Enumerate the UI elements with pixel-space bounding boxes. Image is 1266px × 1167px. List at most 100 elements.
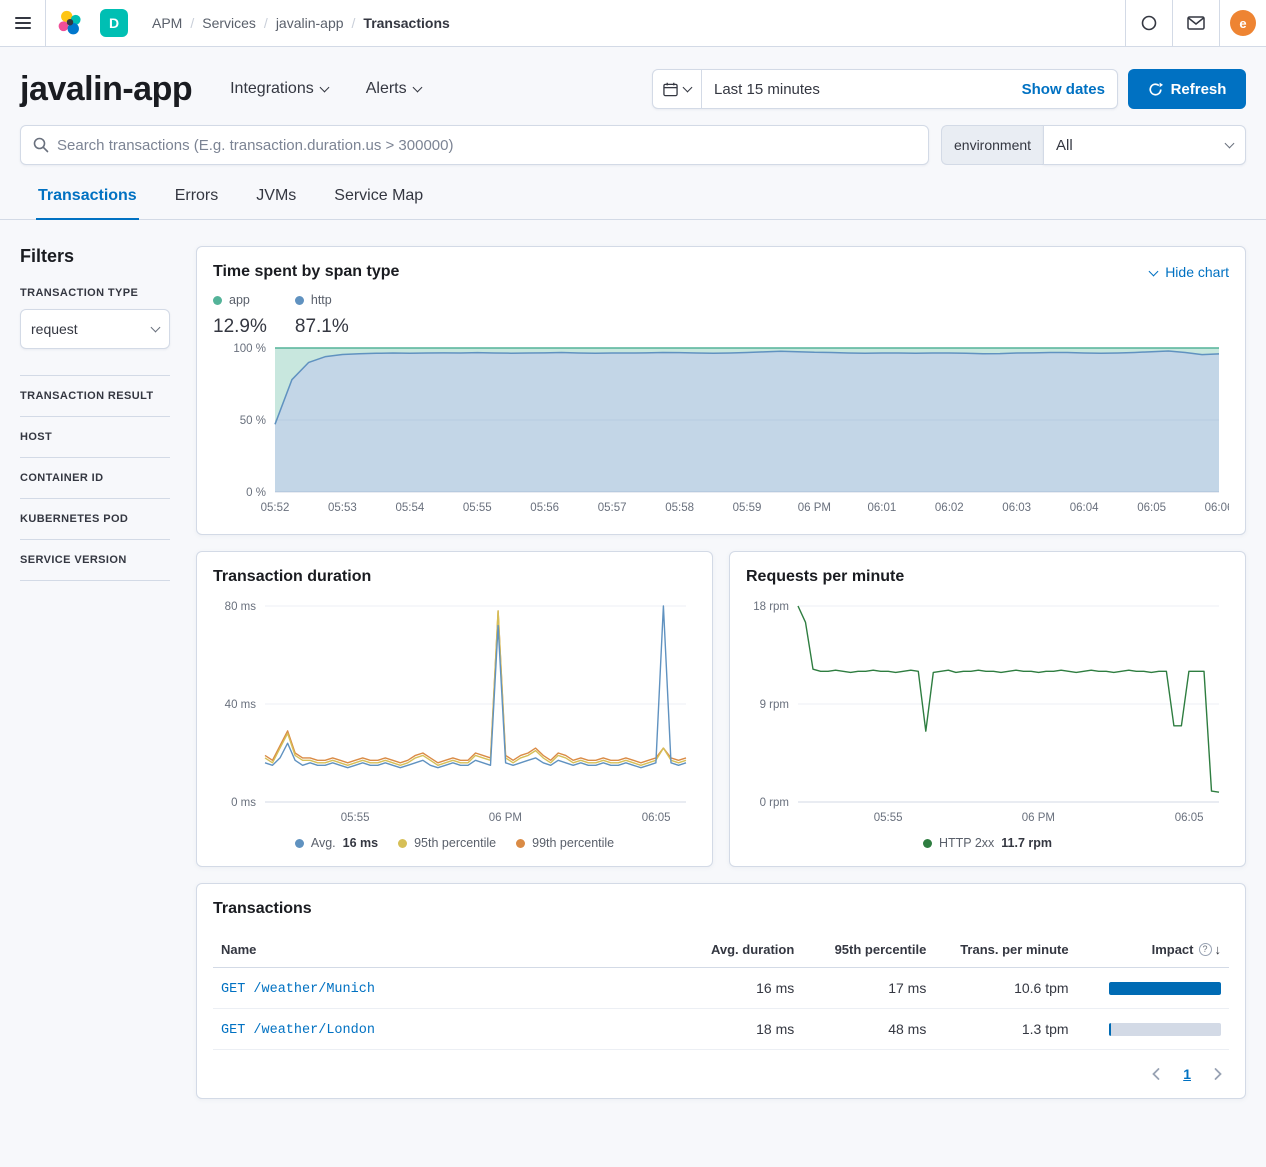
legend-95th[interactable]: 95th percentile [398, 836, 496, 850]
column-name: Name [213, 932, 680, 968]
requests-per-minute-chart-svg: 18 rpm9 rpm0 rpm05:5506 PM06:05 [746, 596, 1229, 828]
time-range-value[interactable]: Last 15 minutes [702, 81, 1010, 98]
legend-avg[interactable]: Avg. 16 ms [295, 836, 378, 850]
previous-page-icon[interactable] [1151, 1067, 1161, 1081]
integrations-menu[interactable]: Integrations [230, 80, 328, 98]
tab-service-map[interactable]: Service Map [332, 187, 425, 219]
alerts-menu[interactable]: Alerts [366, 80, 421, 98]
transaction-link-london[interactable]: GET /weather/London [221, 1023, 375, 1038]
search-transactions-input[interactable] [57, 137, 916, 154]
breadcrumb-apm[interactable]: APM [152, 15, 182, 31]
refresh-icon [1148, 82, 1163, 97]
tab-errors[interactable]: Errors [173, 187, 221, 219]
svg-text:05:56: 05:56 [530, 502, 559, 514]
legend-99th[interactable]: 99th percentile [516, 836, 614, 850]
transaction-duration-chart-svg: 80 ms40 ms0 ms05:5506 PM06:05 [213, 596, 696, 828]
integrations-label: Integrations [230, 80, 314, 98]
svg-text:40 ms: 40 ms [225, 699, 257, 711]
filter-container-id[interactable]: CONTAINER ID [20, 458, 170, 499]
svg-text:06 PM: 06 PM [1022, 812, 1055, 824]
svg-text:0 %: 0 % [246, 487, 266, 499]
tab-jvms[interactable]: JVMs [254, 187, 298, 219]
legend-http-2xx[interactable]: HTTP 2xx 11.7 rpm [923, 836, 1052, 850]
svg-text:05:52: 05:52 [261, 502, 290, 514]
rpm-legend: HTTP 2xx 11.7 rpm [746, 836, 1229, 850]
breadcrumb-services[interactable]: Services [202, 15, 256, 31]
main-column: Time spent by span type Hide chart app 1… [196, 246, 1246, 1117]
column-trans-per-minute[interactable]: Trans. per minute [934, 932, 1076, 968]
filters-title: Filters [20, 246, 170, 267]
legend-app[interactable]: app [213, 293, 267, 307]
svg-text:05:54: 05:54 [396, 502, 425, 514]
svg-text:06 PM: 06 PM [489, 812, 522, 824]
svg-text:0 rpm: 0 rpm [760, 797, 789, 809]
avg-label: Avg. [311, 836, 336, 850]
next-page-icon[interactable] [1213, 1067, 1223, 1081]
svg-text:100 %: 100 % [233, 343, 266, 355]
transaction-type-select[interactable]: request [20, 309, 170, 349]
transactions-table-title: Transactions [213, 900, 1229, 918]
p95-label: 95th percentile [414, 836, 496, 850]
date-picker: Last 15 minutes Show dates [652, 69, 1118, 109]
show-dates-button[interactable]: Show dates [1010, 81, 1117, 98]
menu-icon[interactable] [0, 0, 46, 46]
tab-transactions[interactable]: Transactions [36, 187, 139, 220]
elastic-logo[interactable] [46, 0, 94, 46]
svg-text:06:06: 06:06 [1205, 502, 1229, 514]
search-row: environment All [0, 109, 1266, 165]
breadcrumb-transactions: Transactions [363, 15, 449, 31]
avg-duration-value: 18 ms [680, 1009, 802, 1050]
svg-text:05:55: 05:55 [874, 812, 903, 824]
space-badge[interactable]: D [100, 9, 128, 37]
column-impact[interactable]: Impact?↓ [1077, 932, 1229, 968]
filter-transaction-result[interactable]: TRANSACTION RESULT [20, 376, 170, 417]
column-95th-percentile[interactable]: 95th percentile [802, 932, 934, 968]
search-box [20, 125, 929, 165]
help-icon [1140, 14, 1158, 32]
sort-desc-icon[interactable]: ↓ [1215, 942, 1222, 957]
http-series-label: http [311, 293, 332, 307]
notifications-button[interactable] [1172, 0, 1219, 46]
filter-kubernetes-pod[interactable]: KUBERNETES POD [20, 499, 170, 540]
column-avg-duration[interactable]: Avg. duration [680, 932, 802, 968]
transaction-link-munich[interactable]: GET /weather/Munich [221, 982, 375, 997]
span-type-title: Time spent by span type [213, 263, 399, 281]
help-button[interactable] [1125, 0, 1172, 46]
transaction-duration-title: Transaction duration [213, 568, 696, 586]
breadcrumb-separator: / [190, 15, 194, 31]
requests-per-minute-chart: 18 rpm9 rpm0 rpm05:5506 PM06:05 [746, 596, 1229, 828]
p95-value: 17 ms [802, 968, 934, 1009]
svg-text:06:01: 06:01 [868, 502, 897, 514]
http-percentage: 87.1% [295, 316, 349, 338]
hide-chart-button[interactable]: Hide chart [1150, 264, 1229, 280]
http-2xx-value: 11.7 rpm [1001, 836, 1052, 850]
svg-text:0 ms: 0 ms [231, 797, 256, 809]
chevron-down-icon [683, 82, 693, 92]
quick-select-button[interactable] [653, 70, 702, 108]
legend-http[interactable]: http [295, 293, 349, 307]
environment-select[interactable]: All [1043, 125, 1246, 165]
page-number[interactable]: 1 [1183, 1066, 1191, 1082]
chevron-down-icon [319, 82, 329, 92]
refresh-button[interactable]: Refresh [1128, 69, 1246, 109]
svg-text:05:58: 05:58 [665, 502, 694, 514]
chevron-down-icon [1225, 138, 1235, 148]
span-legend-app: app 12.9% [213, 293, 267, 338]
app-series-dot-icon [213, 296, 222, 305]
svg-text:05:55: 05:55 [463, 502, 492, 514]
tpm-value: 1.3 tpm [934, 1009, 1076, 1050]
breadcrumb-javalin-app[interactable]: javalin-app [276, 15, 344, 31]
requests-per-minute-panel: Requests per minute 18 rpm9 rpm0 rpm05:5… [729, 551, 1246, 867]
service-tabs: Transactions Errors JVMs Service Map [0, 187, 1266, 220]
page-header: javalin-app Integrations Alerts Last 15 … [0, 47, 1266, 109]
svg-text:05:55: 05:55 [341, 812, 370, 824]
filter-host[interactable]: HOST [20, 417, 170, 458]
requests-per-minute-title: Requests per minute [746, 568, 1229, 586]
calendar-icon [663, 82, 678, 97]
environment-value: All [1056, 137, 1073, 154]
span-legend-http: http 87.1% [295, 293, 349, 338]
user-menu-button[interactable]: e [1219, 0, 1266, 46]
hide-chart-label: Hide chart [1165, 264, 1229, 280]
info-icon: ? [1199, 943, 1212, 956]
filter-service-version[interactable]: SERVICE VERSION [20, 540, 170, 581]
